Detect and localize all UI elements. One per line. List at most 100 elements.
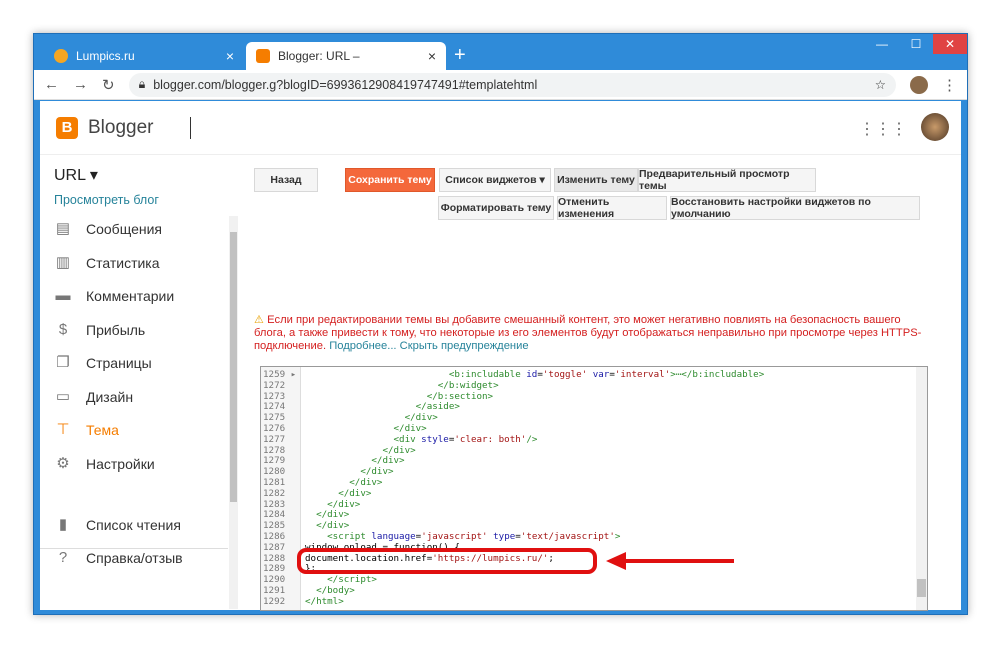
blog-selector[interactable]: URL ▾ bbox=[54, 165, 98, 185]
url-text: blogger.com/blogger.g?blogID=69936129084… bbox=[153, 77, 538, 92]
line-number: 1277 bbox=[263, 433, 286, 445]
tab-blogger[interactable]: Blogger: URL – × bbox=[246, 42, 446, 70]
hide-warning-link[interactable]: Скрыть предупреждение bbox=[400, 340, 529, 352]
restore-widgets-button[interactable]: Восстановить настройки виджетов по умолч… bbox=[670, 196, 920, 220]
sidebar: URL ▾ Просмотреть блог ▤ Сообщения ▥ Статис… bbox=[40, 155, 240, 610]
warning-icon: ⚠ bbox=[254, 314, 265, 326]
back-icon[interactable]: ← bbox=[44, 76, 59, 93]
close-tab-icon[interactable]: × bbox=[226, 48, 234, 64]
code-token: </b:section> bbox=[305, 390, 494, 402]
posts-icon: ▤ bbox=[55, 220, 71, 237]
sidebar-item-label: Статистика bbox=[86, 255, 160, 271]
code-token: style bbox=[421, 433, 449, 445]
sidebar-item-pages[interactable]: ❐ Страницы bbox=[54, 354, 152, 372]
help-icon: ? bbox=[58, 549, 68, 566]
widgets-dropdown[interactable]: Список виджетов ▾ bbox=[439, 168, 551, 192]
sidebar-item-label: Справка/отзыв bbox=[86, 550, 183, 566]
code-token: </div> bbox=[305, 455, 405, 467]
minimize-button[interactable]: — bbox=[865, 34, 899, 54]
undo-changes-button[interactable]: Отменить изменения bbox=[557, 196, 667, 220]
code-token: >⋯</b:includable> bbox=[670, 369, 765, 380]
code-token: <script bbox=[305, 531, 372, 542]
line-number: 1287 bbox=[263, 541, 286, 553]
app-title: Blogger bbox=[88, 116, 154, 138]
forward-icon[interactable]: → bbox=[73, 76, 88, 93]
blogger-logo-icon: B bbox=[56, 116, 78, 139]
sidebar-scrollbar[interactable] bbox=[229, 216, 238, 609]
sidebar-item-label: Настройки bbox=[86, 456, 155, 472]
preview-theme-button[interactable]: Предварительный просмотр темы bbox=[638, 168, 816, 192]
tab-lumpics[interactable]: Lumpics.ru × bbox=[44, 42, 244, 70]
code-token: </div> bbox=[305, 423, 427, 434]
code-token: </div> bbox=[305, 444, 416, 456]
edit-theme-button[interactable]: Изменить тему bbox=[554, 168, 638, 192]
close-window-button[interactable]: ✕ bbox=[933, 34, 967, 54]
code-token: 'javascript' bbox=[421, 531, 488, 542]
pages-icon: ❐ bbox=[56, 354, 70, 371]
save-theme-button[interactable]: Сохранить тему bbox=[345, 168, 435, 192]
sidebar-item-comments[interactable]: ▬ Комментарии bbox=[54, 287, 175, 305]
line-number: 1292 bbox=[263, 595, 286, 607]
sidebar-item-earnings[interactable]: $ Прибыль bbox=[54, 321, 146, 339]
sidebar-item-settings[interactable]: ⚙ Настройки bbox=[54, 455, 155, 473]
profile-avatar-icon[interactable] bbox=[910, 75, 928, 94]
sidebar-item-theme[interactable]: ⊤ Тема bbox=[54, 421, 119, 439]
code-token: /> bbox=[526, 433, 538, 445]
sidebar-item-layout[interactable]: ▭ Дизайн bbox=[54, 389, 134, 406]
code-token: </html> bbox=[305, 595, 344, 607]
sidebar-item-label: Сообщения bbox=[86, 221, 162, 237]
code-token: </div> bbox=[305, 487, 372, 499]
sidebar-item-bookmark[interactable]: ▮ Список чтения bbox=[54, 517, 181, 534]
code-token: </div> bbox=[305, 498, 361, 510]
code-token: 'text/javascript' bbox=[520, 531, 615, 542]
sidebar-item-posts[interactable]: ▤ Сообщения bbox=[54, 220, 162, 238]
line-number: 1282 bbox=[263, 487, 286, 499]
code-token: </div> bbox=[305, 509, 350, 521]
code-token: id bbox=[526, 369, 538, 380]
tab-title: Lumpics.ru bbox=[76, 49, 135, 63]
earnings-icon: $ bbox=[58, 321, 68, 338]
back-button[interactable]: Назад bbox=[254, 168, 318, 192]
star-icon[interactable]: ☆ bbox=[875, 77, 886, 92]
theme-icon: ⊤ bbox=[56, 421, 70, 438]
learn-more-link[interactable]: Подробнее... bbox=[329, 340, 396, 352]
new-tab-button[interactable]: + bbox=[454, 44, 466, 67]
mixed-content-warning: ⚠ Если при редактировании темы вы добави… bbox=[254, 314, 934, 353]
sidebar-item-help[interactable]: ? Справка/отзыв bbox=[54, 549, 183, 567]
divider bbox=[189, 116, 191, 139]
menu-icon[interactable]: ⋮ bbox=[942, 76, 957, 94]
url-input[interactable]: 🔒︎ blogger.com/blogger.g?blogID=699361290… bbox=[128, 72, 896, 97]
code-token: </div> bbox=[305, 466, 394, 478]
code-token: <div bbox=[305, 433, 422, 445]
tab-bar: Lumpics.ru × Blogger: URL – × + — ☐ ✕ bbox=[34, 34, 967, 70]
maximize-button[interactable]: ☐ bbox=[899, 34, 933, 54]
sidebar-item-label: Дизайн bbox=[86, 389, 134, 405]
sidebar-item-label: Список чтения bbox=[86, 517, 181, 533]
comments-icon: ▬ bbox=[55, 287, 71, 304]
editor-scrollbar[interactable] bbox=[916, 367, 927, 610]
tab-title: Blogger: URL – bbox=[278, 49, 360, 63]
apps-grid-icon[interactable]: ⋮⋮⋮ bbox=[859, 119, 907, 139]
sidebar-item-stats[interactable]: ▥ Статистика bbox=[54, 255, 160, 272]
code-token: type bbox=[493, 531, 516, 542]
code-token: <b:includable bbox=[305, 369, 527, 380]
code-token: </div> bbox=[305, 477, 383, 488]
view-blog-link[interactable]: Просмотреть блог bbox=[54, 193, 159, 207]
sidebar-item-label: Страницы bbox=[86, 355, 152, 371]
sidebar-item-label: Прибыль bbox=[86, 322, 146, 338]
format-theme-button[interactable]: Форматировать тему bbox=[438, 196, 554, 220]
red-arrow-icon bbox=[606, 552, 734, 570]
close-tab-icon[interactable]: × bbox=[428, 48, 436, 64]
avatar[interactable] bbox=[921, 113, 949, 141]
code-token: language bbox=[371, 531, 416, 542]
blogger-page: B Blogger ⋮⋮⋮ URL ▾ Просмотреть блог ▤ Со… bbox=[40, 101, 961, 611]
sidebar-item-label: Комментарии bbox=[86, 288, 175, 304]
sidebar-item-label: Тема bbox=[86, 422, 119, 438]
code-token: > bbox=[614, 531, 621, 542]
code-editor[interactable]: 1259 ▸ <b:includable id='toggle' var='in… bbox=[260, 366, 928, 611]
code-token: </script> bbox=[305, 574, 377, 586]
address-bar: ← → ↻ 🔒︎ blogger.com/blogger.g?blogID=69936… bbox=[34, 70, 967, 100]
reload-icon[interactable]: ↻ bbox=[102, 76, 115, 94]
settings-icon: ⚙ bbox=[56, 455, 70, 472]
blogger-favicon-icon bbox=[256, 49, 270, 63]
